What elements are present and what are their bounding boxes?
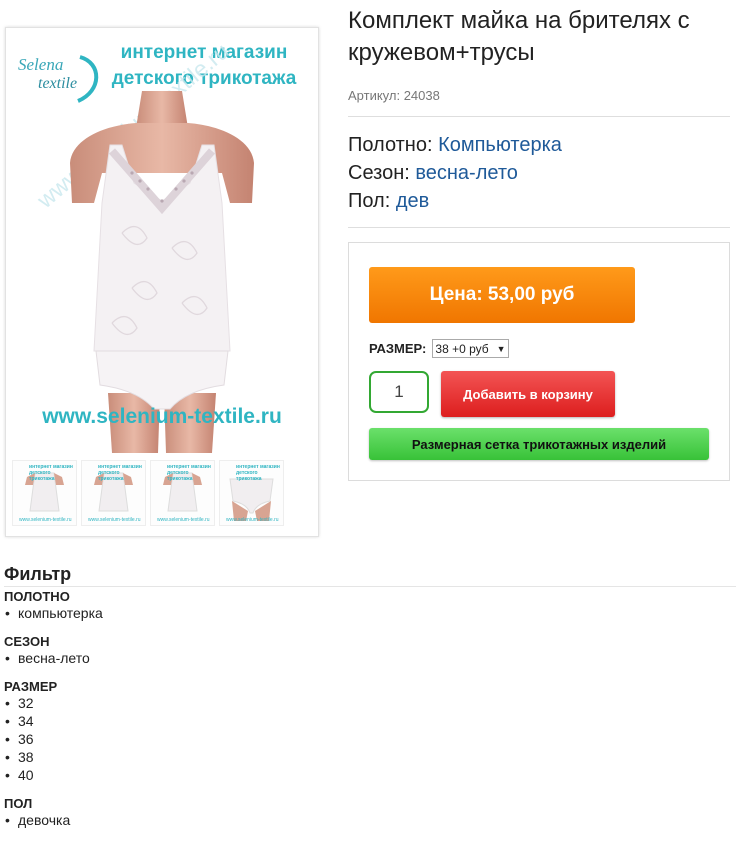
thumbnail[interactable]: интернет магазин детского трикотажа www.… <box>219 460 284 526</box>
attr-gender-link[interactable]: дев <box>396 190 429 212</box>
filter-group-gender: ПОЛ девочка <box>4 796 736 829</box>
attr-gender: Пол: дев <box>348 190 430 212</box>
thumbnail[interactable]: интернет магазин детского трикотажа www.… <box>81 460 146 526</box>
filter-option[interactable]: 34 <box>5 712 736 730</box>
divider <box>348 227 730 228</box>
filter-option[interactable]: компьютерка <box>5 604 736 622</box>
filter-group-fabric: ПОЛОТНО компьютерка <box>4 589 736 622</box>
thumbnail[interactable]: интернет магазин детского трикотажа www.… <box>12 460 77 526</box>
product-title: Комплект майка на брителях с кружевом+тр… <box>348 7 690 66</box>
price-button[interactable]: Цена: 53,00 руб <box>369 267 635 323</box>
add-to-cart-button[interactable]: Добавить в корзину <box>441 371 615 417</box>
size-selector-row: РАЗМЕР: 38 +0 руб ▼ <box>369 339 509 358</box>
filter-panel: Фильтр ПОЛОТНО компьютерка СЕЗОН весна-л… <box>4 564 736 841</box>
filter-option[interactable]: 38 <box>5 748 736 766</box>
filter-option[interactable]: 32 <box>5 694 736 712</box>
size-chart-button[interactable]: Размерная сетка трикотажных изделий <box>369 428 709 460</box>
thumbnail[interactable]: интернет магазин детского трикотажа www.… <box>150 460 215 526</box>
dropdown-arrow-icon: ▼ <box>496 343 506 354</box>
attr-fabric: Полотно: Компьютерка <box>348 134 562 156</box>
mannequin-illustration <box>70 91 254 453</box>
site-url-caption: www.selenium-textile.ru <box>42 405 282 428</box>
product-image-panel: Selena textile интернет магазин детского… <box>5 27 319 537</box>
filter-option[interactable]: 36 <box>5 730 736 748</box>
product-attributes: Полотно: Компьютерка Сезон: весна-лето П… <box>348 131 562 215</box>
divider <box>348 116 730 117</box>
filter-title: Фильтр <box>4 564 736 587</box>
filter-option[interactable]: девочка <box>5 811 736 829</box>
size-select[interactable]: 38 +0 руб ▼ <box>432 339 509 358</box>
filter-group-season: СЕЗОН весна-лето <box>4 634 736 667</box>
attr-fabric-link[interactable]: Компьютерка <box>438 134 562 156</box>
attr-season-link[interactable]: весна-лето <box>415 162 518 184</box>
product-main-image[interactable]: Selena textile интернет магазин детского… <box>12 33 312 456</box>
filter-group-size: РАЗМЕР 32 34 36 38 40 <box>4 679 736 784</box>
buy-box: Цена: 53,00 руб РАЗМЕР: 38 +0 руб ▼ 1 До… <box>348 242 730 481</box>
product-sku: Артикул: 24038 <box>348 88 440 103</box>
filter-option[interactable]: весна-лето <box>5 649 736 667</box>
filter-option[interactable]: 40 <box>5 766 736 784</box>
size-label: РАЗМЕР: <box>369 341 427 356</box>
quantity-input[interactable]: 1 <box>369 371 429 413</box>
attr-season: Сезон: весна-лето <box>348 162 518 184</box>
thumbnail-strip: интернет магазин детского трикотажа www.… <box>12 460 284 526</box>
